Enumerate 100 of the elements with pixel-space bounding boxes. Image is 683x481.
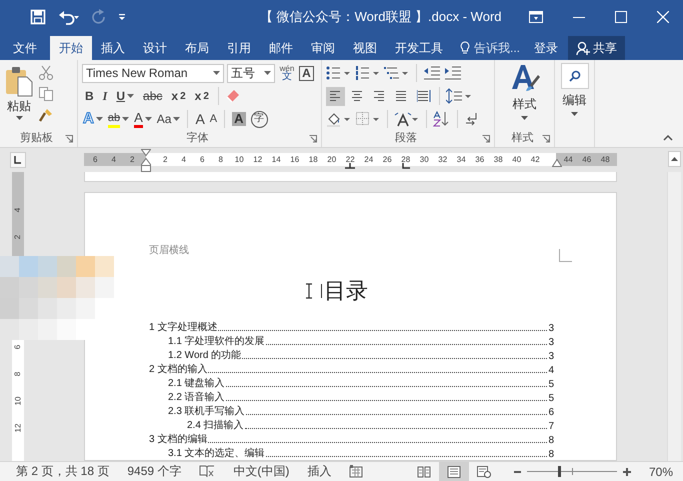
format-painter-icon[interactable] xyxy=(38,107,54,123)
zoom-slider-thumb[interactable] xyxy=(558,466,562,477)
ribbon-tab[interactable]: 视图 xyxy=(344,36,386,60)
toc-entry[interactable]: 2.1 键盘输入 xyxy=(168,376,225,390)
styles-button[interactable]: 样式 xyxy=(510,63,540,120)
copy-icon[interactable] xyxy=(38,86,54,102)
share-button[interactable]: 共享 xyxy=(568,36,626,60)
view-button[interactable] xyxy=(438,462,469,481)
right-indent-marker[interactable] xyxy=(552,159,562,167)
toc-entry[interactable]: 1.2 Word 的功能 xyxy=(168,348,242,362)
tell-me-field[interactable]: 告诉我... xyxy=(460,36,520,60)
toc-entry[interactable]: 2.2 语音输入 xyxy=(168,390,225,404)
dialog-launcher-icon[interactable] xyxy=(65,135,73,143)
collapse-ribbon-icon[interactable] xyxy=(663,135,673,141)
dialog-launcher-icon[interactable] xyxy=(542,135,550,143)
page-number: 4 xyxy=(548,365,554,376)
ribbon-display-options-icon[interactable] xyxy=(529,10,543,22)
macro-record-icon[interactable] xyxy=(349,465,364,478)
decrease-indent-icon[interactable] xyxy=(423,65,441,81)
scroll-up-button[interactable] xyxy=(668,151,681,167)
ribbon-tab[interactable]: 开始 xyxy=(50,36,92,60)
format-button[interactable]: ab xyxy=(106,110,130,128)
caret-icon xyxy=(122,117,130,121)
book-icon xyxy=(416,466,431,478)
scissors-icon[interactable] xyxy=(38,65,54,81)
word-count[interactable]: 9459 个字 xyxy=(127,463,182,480)
asian-layout-icon[interactable] xyxy=(394,111,420,127)
format-button[interactable]: I xyxy=(100,88,110,104)
ribbon-tab[interactable]: 引用 xyxy=(218,36,260,60)
ribbon-tab[interactable]: 设计 xyxy=(134,36,176,60)
caret-icon xyxy=(127,94,134,98)
toc-entry[interactable]: 2 文档的输入 xyxy=(149,362,208,376)
dialog-launcher-icon[interactable] xyxy=(309,135,317,143)
sort-icon[interactable] xyxy=(433,111,451,127)
maximize-icon[interactable] xyxy=(615,10,627,22)
insert-mode-indicator[interactable]: 插入 xyxy=(307,463,332,480)
proofing-book-icon[interactable] xyxy=(199,465,216,478)
format-button[interactable]: B xyxy=(82,89,97,103)
phonetic-guide-button[interactable]: wén 文 xyxy=(278,65,296,81)
toc-entry[interactable]: 1.1 字处理软件的发展 xyxy=(168,334,265,348)
format-button[interactable]: 字 xyxy=(250,110,269,128)
format-button[interactable]: U xyxy=(113,89,138,103)
customize-caret-icon[interactable] xyxy=(118,12,126,20)
toc-entry[interactable]: 3 文档的编辑 xyxy=(149,432,208,446)
numbering-icon[interactable] xyxy=(355,65,381,81)
character-border-button[interactable]: A xyxy=(299,66,314,80)
tab-stop-icon[interactable] xyxy=(345,163,355,169)
toc-entry[interactable]: 3.1 文本的选定、编辑 xyxy=(168,446,265,460)
page-icon xyxy=(446,466,461,478)
bullets-icon[interactable] xyxy=(326,65,352,81)
format-button[interactable]: A xyxy=(231,112,247,126)
ribbon-tab[interactable]: 布局 xyxy=(176,36,218,60)
line-spacing-icon[interactable] xyxy=(446,88,472,104)
zoom-level[interactable]: 70% xyxy=(648,464,673,478)
tab-selector[interactable] xyxy=(10,152,26,168)
save-icon[interactable] xyxy=(30,8,46,24)
tab-stop-icon[interactable] xyxy=(402,163,410,169)
eraser-icon[interactable] xyxy=(224,88,241,104)
ribbon-tab[interactable]: 邮件 xyxy=(260,36,302,60)
group-label: 字体 xyxy=(186,130,208,145)
format-button[interactable]: A xyxy=(133,110,153,128)
sign-in-link[interactable]: 登录 xyxy=(534,36,558,60)
ruler-number: 12 xyxy=(13,424,23,432)
ribbon-tab[interactable]: 审阅 xyxy=(302,36,344,60)
toc-entry[interactable]: 2.4 扫描输入 xyxy=(187,418,244,432)
ribbon-tab[interactable]: 文件 xyxy=(0,36,50,60)
undo-icon[interactable] xyxy=(58,8,80,24)
format-button[interactable]: A xyxy=(208,112,218,126)
page-number: 3 xyxy=(548,323,554,334)
toc-entry[interactable]: 2.3 联机手写输入 xyxy=(168,404,245,418)
editing-button[interactable]: 编辑 xyxy=(560,63,588,116)
font-name-field[interactable]: Times New Roman xyxy=(82,64,224,82)
language-indicator[interactable]: 中文(中国) xyxy=(233,463,290,480)
ruler-number: 48 xyxy=(600,154,611,166)
ruler-number: 8 xyxy=(13,372,23,376)
multilevel-list-icon[interactable] xyxy=(384,65,410,81)
ruler-number: 4 xyxy=(110,154,117,166)
ribbon-tab[interactable]: 开发工具 xyxy=(386,36,452,60)
page-number: 3 xyxy=(548,351,554,362)
vertical-scrollbar[interactable] xyxy=(667,172,681,461)
font-size-field[interactable]: 五号 xyxy=(227,64,275,82)
caret-icon xyxy=(264,71,271,75)
shading-icon[interactable] xyxy=(326,111,352,127)
ruler-number: 28 xyxy=(400,154,412,166)
ribbon-tab[interactable]: 插入 xyxy=(92,36,134,60)
toc-entry[interactable]: 1 文字处理概述 xyxy=(149,320,218,334)
format-button[interactable]: A xyxy=(194,112,206,126)
window-title: 【 微信公众号：Word联盟 】.docx - Word xyxy=(260,8,502,26)
increase-indent-icon[interactable] xyxy=(444,65,462,81)
search-icon xyxy=(568,69,582,83)
alignment-button[interactable] xyxy=(326,86,345,106)
paragraph-mark-icon[interactable] xyxy=(464,111,478,127)
ruler-number: 30 xyxy=(418,154,430,166)
format-button[interactable]: abc xyxy=(140,89,166,103)
format-button[interactable]: Aa xyxy=(156,112,182,126)
dialog-launcher-icon[interactable] xyxy=(482,135,490,143)
page-count[interactable]: 第 2 页，共 18 页 xyxy=(16,463,110,480)
close-icon[interactable] xyxy=(657,10,669,22)
paste-button[interactable]: 粘贴 xyxy=(4,63,34,123)
zoom-slider[interactable] xyxy=(526,466,617,477)
